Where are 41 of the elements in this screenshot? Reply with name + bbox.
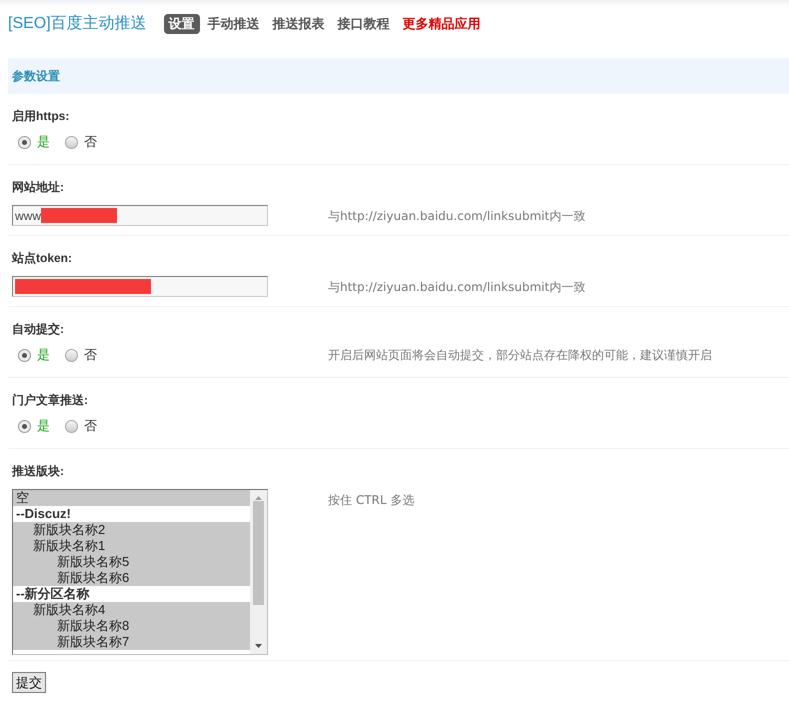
radio-label[interactable]: 否 [84, 418, 97, 434]
radio-label[interactable]: 否 [84, 347, 97, 363]
hint-text: 按住 CTRL 多选 [328, 492, 414, 508]
list-option[interactable]: 新版块名称6 [13, 570, 250, 586]
radio-button[interactable] [65, 420, 78, 432]
scrollbar-track[interactable] [250, 490, 267, 654]
radio-label[interactable]: 否 [84, 134, 97, 150]
list-option[interactable]: 新版块名称8 [13, 618, 250, 634]
setting-label: 网站地址: [12, 180, 64, 194]
setting-label: 推送版块: [12, 464, 64, 478]
hint-text: 与http://ziyuan.baidu.com/linksubmit内一致 [328, 278, 586, 294]
setting-label: 自动提交: [12, 322, 64, 336]
radio-button[interactable] [18, 136, 31, 148]
hint-text: 开启后网站页面将会自动提交，部分站点存在降权的可能，建议谨慎开启 [328, 347, 712, 363]
submit-button[interactable]: 提交 [12, 672, 46, 693]
nav-tab[interactable]: 手动推送 [202, 14, 265, 34]
nav-tab[interactable]: 推送报表 [268, 14, 330, 34]
list-option[interactable]: 新版块名称5 [13, 554, 250, 570]
text-field[interactable]: www [12, 205, 268, 226]
radio-button[interactable] [18, 348, 31, 362]
scrollbar-thumb[interactable] [253, 501, 264, 605]
radio-button[interactable] [65, 136, 78, 148]
list-option[interactable]: 空 [13, 490, 250, 506]
multi-select-list[interactable]: 空 --Discuz! 新版块名称2 新版块名称1 新版块名称5 新版块名称6 --新分区名称 新版块名称4 新版块名称8 新版块名称7 [12, 489, 268, 655]
list-option[interactable]: 新版块名称1 [13, 538, 250, 554]
radio-button[interactable] [65, 348, 78, 362]
nav-tab[interactable]: 设置 [164, 14, 200, 34]
hint-text: 与http://ziyuan.baidu.com/linksubmit内一致 [328, 208, 586, 224]
section-title: 参数设置 [12, 68, 60, 85]
setting-label: 门户文章推送: [12, 393, 88, 407]
radio-button[interactable] [18, 420, 31, 432]
setting-label: 站点token: [12, 251, 72, 265]
scroll-down-icon[interactable] [255, 644, 262, 648]
list-option[interactable]: 新版块名称7 [13, 634, 250, 650]
nav-tab[interactable]: 更多精品应用 [398, 14, 486, 34]
plugin-title: [SEO]百度主动推送 [8, 14, 147, 34]
list-option[interactable]: 新版块名称4 [13, 602, 250, 618]
nav-tab[interactable]: 接口教程 [332, 14, 395, 34]
text-field[interactable] [12, 276, 268, 297]
list-option[interactable]: 新版块名称2 [13, 522, 250, 538]
setting-label: 启用https: [12, 109, 70, 123]
